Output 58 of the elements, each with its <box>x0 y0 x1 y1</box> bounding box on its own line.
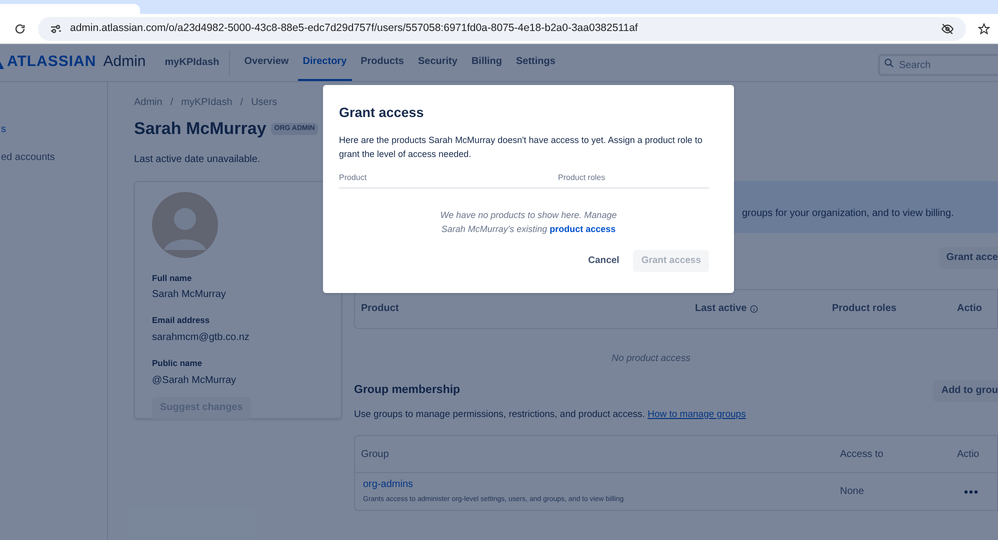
site-name[interactable]: myKPIdash <box>164 50 230 76</box>
last-active-text: Last active date unavailable. <box>134 152 260 166</box>
search-field[interactable]: Search <box>878 54 998 76</box>
breadcrumb-separator: / <box>170 96 174 110</box>
column-header: Product roles <box>832 302 896 316</box>
user-name-heading: Sarah McMurray <box>134 118 266 140</box>
field-value: Sarah McMurray <box>152 288 227 302</box>
logo-text: ATLASSIAN <box>7 52 96 72</box>
group-description-text: Use groups to manage permissions, restrictions, and product access. How to manage groups <box>354 408 747 422</box>
column-header: Actio <box>957 302 982 316</box>
field-label: Public name <box>152 357 204 370</box>
avatar-placeholder <box>152 192 218 258</box>
breadcrumb-link[interactable]: myKPIdash <box>181 95 232 110</box>
field-value: sarahmcm@gtb.co.nz <box>152 331 250 345</box>
sidebar-item[interactable]: s <box>1 124 6 136</box>
grant-access-button[interactable]: Grant acce <box>939 246 998 268</box>
group-link[interactable]: org-admins <box>363 477 840 492</box>
sidebar-item[interactable]: ed accounts <box>1 152 55 164</box>
field-label: Full name <box>152 272 193 284</box>
field-value: @Sarah McMurray <box>152 374 238 388</box>
search-icon <box>884 58 894 68</box>
column-header: Actio <box>957 448 980 462</box>
breadcrumb-separator: / <box>240 96 244 110</box>
nav-tab[interactable]: Billing <box>466 44 507 81</box>
info-icon <box>750 304 758 312</box>
breadcrumb-link[interactable]: Admin <box>134 95 162 110</box>
nav-tab[interactable]: Directory <box>298 44 352 81</box>
column-header: Last active <box>695 302 747 316</box>
empty-state-text: We have no products to show here. Manage Sarah McMurray's existing product access <box>439 209 618 236</box>
product-name: Admin <box>103 52 146 72</box>
nav-tab[interactable]: Security <box>412 44 462 81</box>
section-heading: Group membership <box>354 383 460 398</box>
empty-products-text: No product access <box>610 352 692 366</box>
column-header: Product <box>339 172 368 184</box>
column-header: Product roles <box>558 172 606 184</box>
cancel-button[interactable]: Cancel <box>582 250 626 272</box>
add-to-group-button[interactable]: Add to grou <box>933 380 998 402</box>
product-access-link[interactable]: product access <box>550 224 616 234</box>
star-icon[interactable] <box>978 22 990 34</box>
url-text: admin.atlassian.com/o/a23d4982-5000-43c8-88e5-edc7d29d757f/users/557058:6971fd0a-8075-4e18-b2a0-3aa0382511af <box>70 20 638 36</box>
more-icon[interactable] <box>964 490 978 494</box>
access-cell-text: None <box>840 485 865 499</box>
nav-tab[interactable]: Overview <box>239 44 294 81</box>
breadcrumb-link[interactable]: Users <box>251 95 278 110</box>
banner-text: groups for your organization, and to view billing. <box>742 206 954 220</box>
dialog-title: Grant access <box>339 104 425 122</box>
column-header: Group <box>361 448 390 462</box>
field-label: Email address <box>152 314 211 327</box>
address-bar[interactable]: admin.atlassian.com/o/a23d4982-5000-43c8-88e5-edc7d29d757f/users/557058:6971fd0a-8075-4e18-b2a0-3aa0382511af <box>38 16 966 40</box>
manage-groups-link[interactable]: How to manage groups <box>648 408 746 420</box>
nav-tab[interactable]: Settings <box>511 44 560 81</box>
column-header: Access to <box>840 448 884 462</box>
column-header: Product <box>361 302 399 316</box>
reload-icon[interactable] <box>14 22 26 34</box>
dialog-text: Here are the products Sarah McMurray doesn't have access to yet. Assign a product role to grant the level of access needed. <box>339 134 704 162</box>
site-info-icon[interactable] <box>50 24 62 34</box>
eye-off-icon[interactable] <box>941 22 954 34</box>
nav-tab[interactable]: Products <box>356 44 409 81</box>
